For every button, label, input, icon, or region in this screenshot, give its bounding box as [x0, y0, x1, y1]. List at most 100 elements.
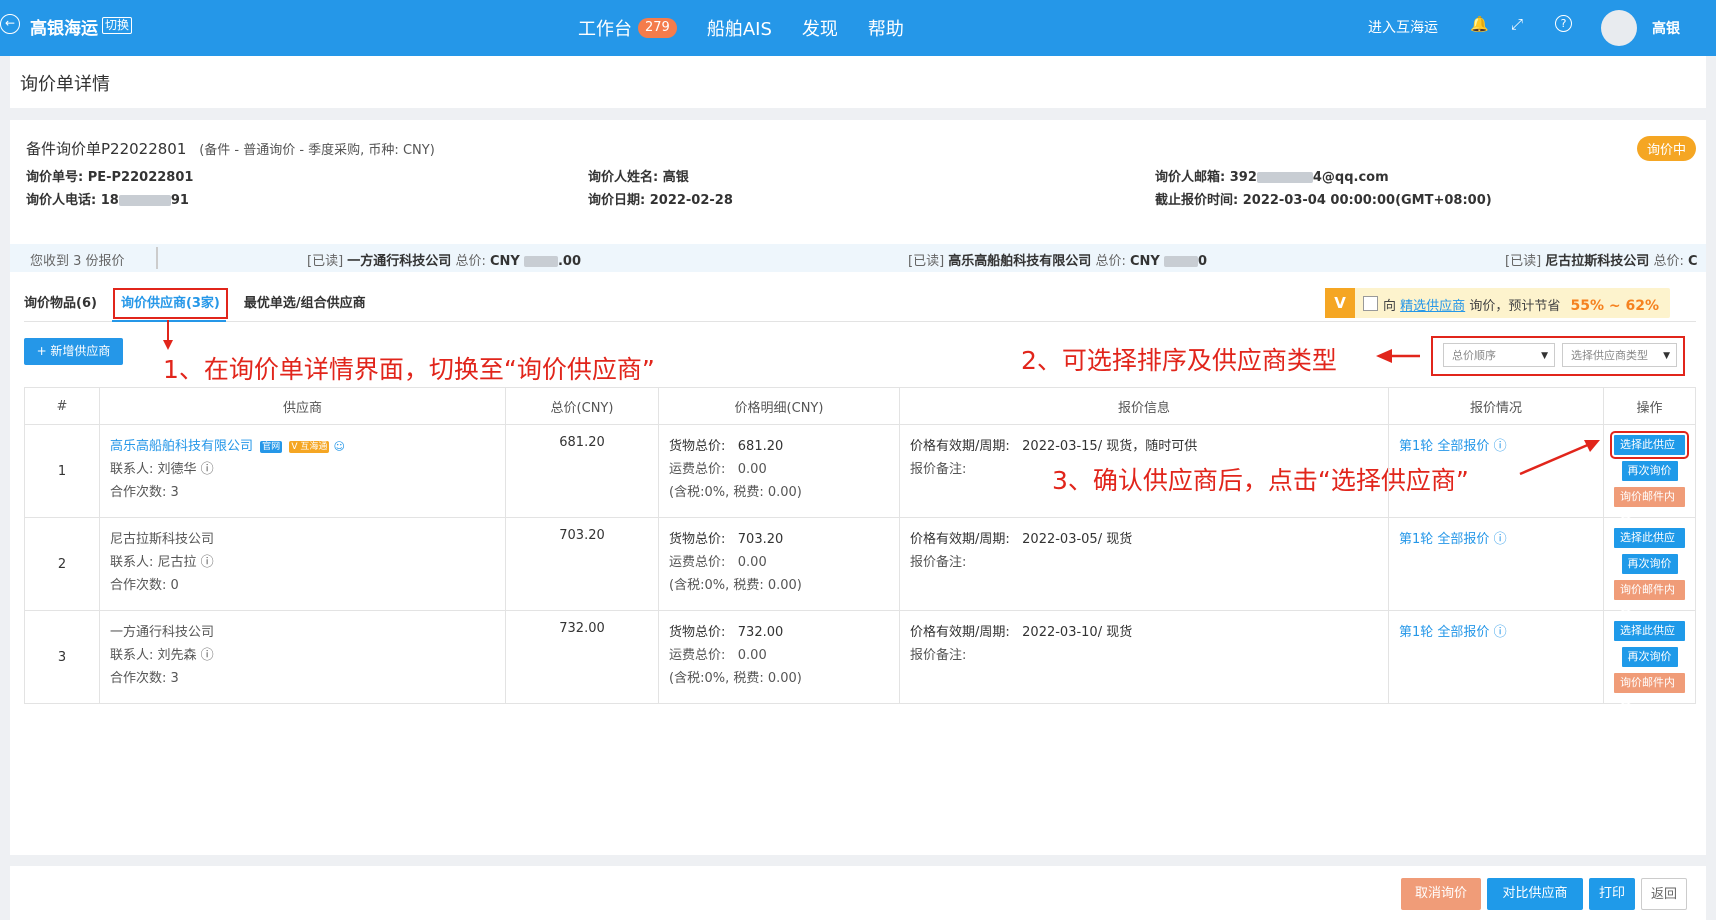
quote-remark: 报价备注: — [910, 648, 967, 663]
inquiry-mail-button[interactable]: 询价邮件内容 — [1614, 673, 1685, 709]
savings-post: 询价，预计节省 — [1469, 299, 1561, 314]
supplier-contact: 联系人: 刘先森 ⓘ — [110, 644, 495, 663]
order-no: 询价单号: PE-P22022801 — [26, 170, 194, 185]
info-icon[interactable]: ⓘ — [201, 555, 214, 570]
username[interactable]: 高银 — [1652, 18, 1680, 38]
quote-item[interactable]: [已读] 尼古拉斯科技公司 总价: C — [1505, 250, 1698, 269]
brand-name: 高银海运 — [30, 19, 98, 39]
print-button[interactable]: 打印 — [1589, 878, 1635, 910]
nav-ais[interactable]: 船舶AIS — [707, 15, 772, 41]
info-icon[interactable]: ⓘ — [201, 648, 214, 663]
inquiry-title: 备件询价单P22022801 — [26, 140, 187, 158]
tab-suppliers[interactable]: 询价供应商(3家) — [112, 288, 228, 319]
sort-select[interactable]: 总价顺序 ▼ — [1443, 343, 1555, 367]
inquirer-email: 询价人邮箱: 392 4@qq.com — [1155, 166, 1389, 185]
validity: 价格有效期/周期: 2022-03-10/ 现货 — [910, 625, 1133, 640]
tax-info: (含税:0%, 税费: 0.00) — [669, 578, 802, 593]
select-supplier-button[interactable]: 选择此供应商 — [1614, 528, 1685, 564]
switch-company-button[interactable]: 切换 — [102, 17, 133, 34]
supplier-name[interactable]: 尼古拉斯科技公司 — [110, 528, 495, 547]
footer-bar: 取消询价 对比供应商 打印 返回 — [10, 866, 1706, 920]
fullscreen-icon[interactable]: ⤢ — [1511, 15, 1523, 33]
inquiry-date: 询价日期: 2022-02-28 — [588, 193, 733, 208]
nav-discover[interactable]: 发现 — [802, 15, 838, 41]
tax-info: (含税:0%, 税费: 0.00) — [669, 671, 802, 686]
quote-item[interactable]: [已读] 一方通行科技公司 总价: CNY .00 — [307, 250, 581, 269]
reinquire-button[interactable]: 再次询价 — [1621, 554, 1678, 574]
bell-icon[interactable]: 🔔 — [1470, 15, 1489, 33]
masked-total — [523, 256, 558, 267]
inquirer-name: 询价人姓名: 高银 — [588, 170, 689, 185]
tab-optimal[interactable]: 最优单选/组合供应商 — [244, 292, 366, 319]
help-icon[interactable]: ? — [1555, 15, 1572, 32]
round-link[interactable]: 第1轮 — [1399, 439, 1433, 454]
chevron-down-icon: ▼ — [1541, 351, 1548, 361]
masked-total — [1163, 256, 1198, 267]
cancel-inquiry-button[interactable]: 取消询价 — [1401, 878, 1481, 910]
masked-email — [1256, 172, 1313, 183]
supplier-name[interactable]: 一方通行科技公司 — [110, 621, 495, 640]
select-supplier-button[interactable]: 选择此供应商 — [1614, 621, 1685, 657]
back-circle-icon[interactable]: ← — [0, 14, 20, 34]
total-price: 732.00 — [505, 610, 659, 704]
tab-items[interactable]: 询价物品(6) — [24, 292, 97, 319]
total-tail: .00 — [557, 254, 581, 269]
info-icon[interactable]: ⓘ — [1494, 625, 1507, 640]
compare-suppliers-button[interactable]: 对比供应商 — [1487, 878, 1583, 910]
all-quotes-link[interactable]: 全部报价 — [1437, 625, 1489, 640]
email-prefix: 询价人邮箱: 392 — [1155, 170, 1257, 185]
price-detail-cell: 货物总价: 681.20 运费总价: 0.00 (含税:0%, 税费: 0.00… — [658, 424, 900, 518]
coop-count: 合作次数: 3 — [110, 671, 179, 686]
avatar[interactable] — [1601, 10, 1637, 46]
contact-text: 联系人: 刘先森 — [110, 648, 197, 663]
coop-count: 合作次数: 0 — [110, 578, 179, 593]
main-nav: 工作台 279 船舶AIS 发现 帮助 — [578, 15, 904, 41]
all-quotes-link[interactable]: 全部报价 — [1437, 532, 1489, 547]
read-flag: [已读] — [307, 254, 344, 269]
select-supplier-button[interactable]: 选择此供应商 — [1610, 431, 1689, 471]
back-button[interactable]: 返回 — [1641, 878, 1687, 910]
tax-info: (含税:0%, 税费: 0.00) — [669, 485, 802, 500]
nav-workbench[interactable]: 工作台 279 — [578, 15, 677, 41]
total-tail: 0 — [1197, 254, 1208, 269]
supplier-cell: 一方通行科技公司 联系人: 刘先森 ⓘ 合作次数: 3 — [99, 610, 506, 704]
received-count: 您收到 3 份报价 — [30, 254, 125, 269]
reinquire-button[interactable]: 再次询价 — [1621, 461, 1678, 481]
table-row: 1 高乐高船舶科技有限公司 官网 V 互海通 ☺ 联系人: 刘德华 ⓘ 合作次数… — [24, 424, 1696, 523]
inquiry-mail-button[interactable]: 询价邮件内容 — [1614, 487, 1685, 523]
nav-workbench-label: 工作台 — [578, 19, 632, 40]
featured-suppliers-link[interactable]: 精选供应商 — [1400, 299, 1465, 314]
received-quotes-bar: 您收到 3 份报价 [已读] 一方通行科技公司 总价: CNY .00 [已读]… — [10, 244, 1706, 272]
col-quote-info: 报价信息 — [899, 387, 1389, 425]
nav-help[interactable]: 帮助 — [868, 15, 904, 41]
round-link[interactable]: 第1轮 — [1399, 625, 1433, 640]
info-icon[interactable]: ⓘ — [1494, 439, 1507, 454]
quote-company: 高乐高船舶科技有限公司 — [948, 254, 1092, 269]
supplier-cell: 高乐高船舶科技有限公司 官网 V 互海通 ☺ 联系人: 刘德华 ⓘ 合作次数: … — [99, 424, 506, 518]
enter-platform-link[interactable]: 进入互海运 — [1368, 17, 1438, 37]
round-link[interactable]: 第1轮 — [1399, 532, 1433, 547]
all-quotes-link[interactable]: 全部报价 — [1437, 439, 1489, 454]
divider — [156, 247, 158, 269]
chat-icon[interactable]: ☺ — [333, 440, 344, 453]
validity: 价格有效期/周期: 2022-03-15/ 现货，随时可供 — [910, 439, 1198, 454]
inquiry-mail-button[interactable]: 询价邮件内容 — [1614, 580, 1685, 616]
currency: CNY — [1129, 254, 1160, 269]
supplier-cell: 尼古拉斯科技公司 联系人: 尼古拉 ⓘ 合作次数: 0 — [99, 517, 506, 611]
quote-status-cell: 第1轮 全部报价 ⓘ — [1388, 424, 1604, 518]
annotation-step1: 1、在询价单详情界面，切换至“询价供应商” — [163, 355, 655, 384]
info-icon[interactable]: ⓘ — [201, 462, 214, 477]
freight-total: 运费总价: 0.00 — [669, 462, 767, 477]
quote-item[interactable]: [已读] 高乐高船舶科技有限公司 总价: CNY 0 — [908, 250, 1207, 269]
reinquire-button[interactable]: 再次询价 — [1621, 647, 1678, 667]
col-actions: 操作 — [1603, 387, 1696, 425]
price-detail-cell: 货物总价: 703.20 运费总价: 0.00 (含税:0%, 税费: 0.00… — [658, 517, 900, 611]
supplier-type-select[interactable]: 选择供应商类型 ▼ — [1562, 343, 1677, 367]
chevron-down-icon: ▼ — [1663, 351, 1670, 361]
add-supplier-button[interactable]: + 新增供应商 — [24, 338, 123, 365]
phone-tail: 91 — [170, 193, 189, 208]
info-icon[interactable]: ⓘ — [1494, 532, 1507, 547]
row-index: 1 — [24, 424, 100, 518]
savings-checkbox[interactable] — [1363, 296, 1378, 311]
supplier-name-link[interactable]: 高乐高船舶科技有限公司 — [110, 439, 253, 454]
